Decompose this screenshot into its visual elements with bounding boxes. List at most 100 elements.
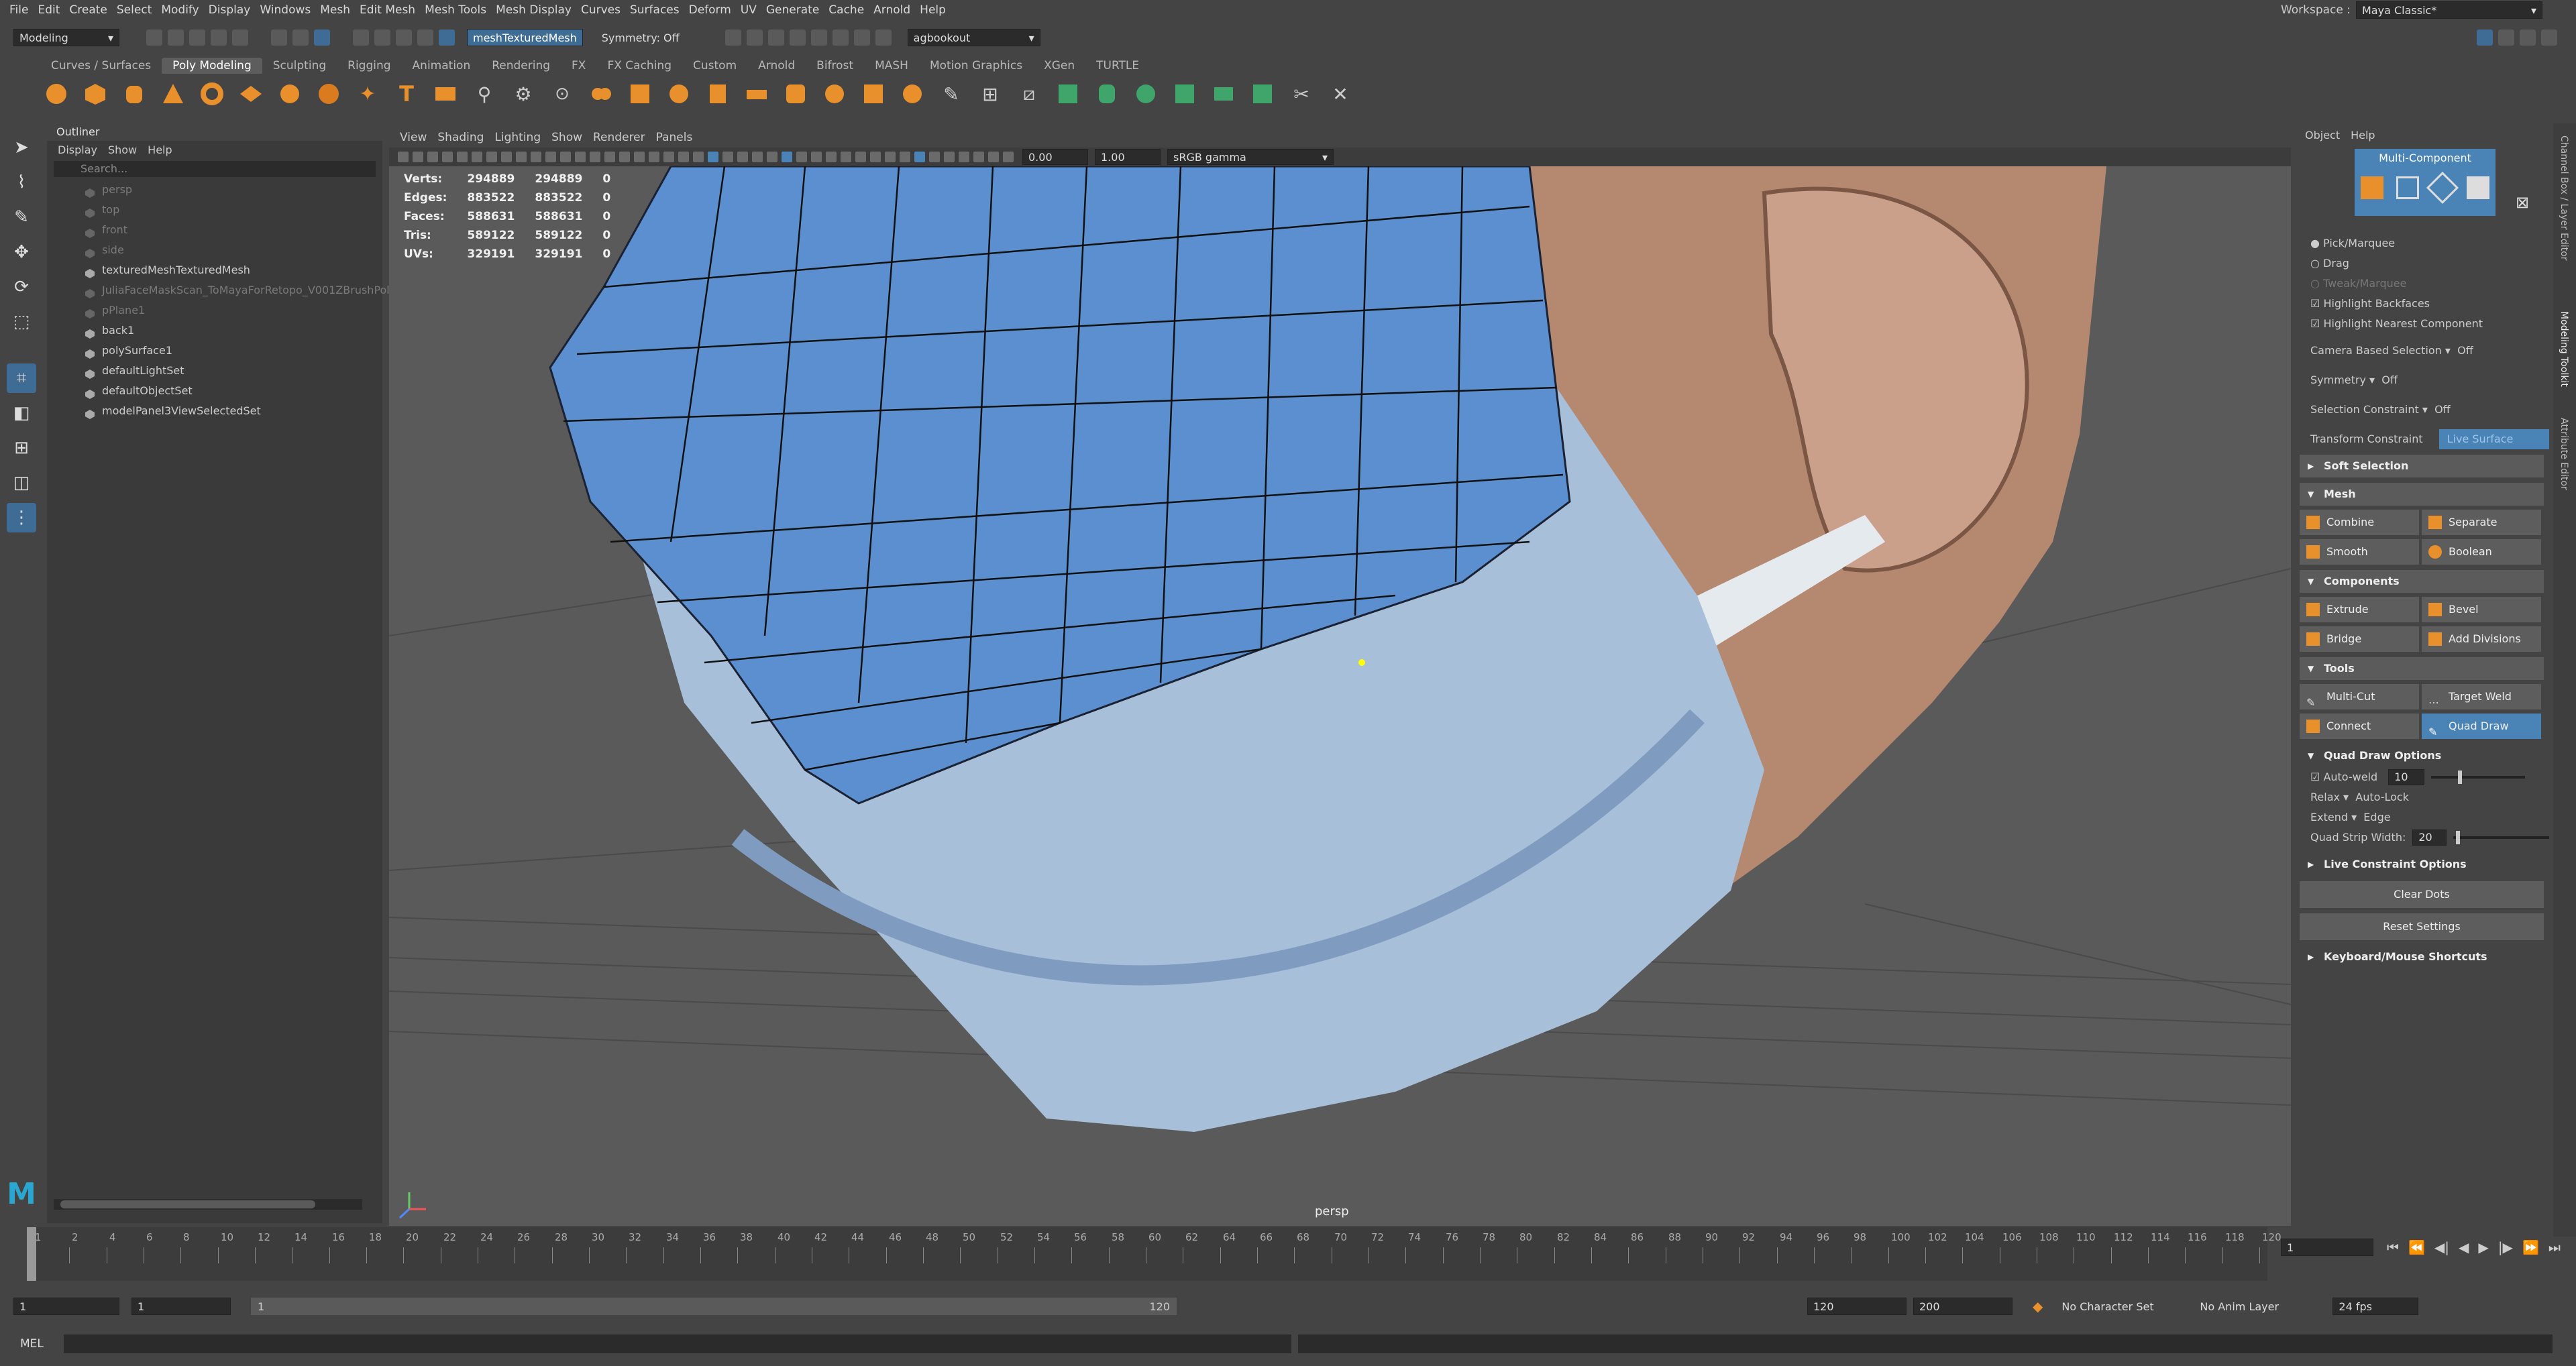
bevel-button[interactable]: Bevel [2422, 597, 2541, 622]
poly-torus-icon[interactable] [199, 80, 225, 107]
outliner-item[interactable]: back1 [47, 321, 382, 341]
multi-component-box[interactable]: Multi-Component [2355, 149, 2496, 216]
viewport-tool-icon[interactable] [944, 152, 955, 162]
two-pane-layout-icon[interactable]: ◫ [7, 468, 36, 498]
viewport-tool-icon[interactable] [413, 152, 423, 162]
workspace-dropdown[interactable]: Maya Classic* ▾ [2356, 1, 2542, 19]
shelf-tab-xgen[interactable]: XGen [1033, 58, 1085, 74]
tool-settings-toggle-icon[interactable] [2520, 30, 2536, 46]
append-icon[interactable] [860, 80, 887, 107]
quad-strip-slider[interactable] [2453, 831, 2549, 844]
viewport-tool-icon[interactable] [693, 152, 704, 162]
viewport-tool-icon[interactable] [885, 152, 896, 162]
automatic-uv-icon[interactable] [1171, 80, 1198, 107]
shelf-tab-curves-surfaces[interactable]: Curves / Surfaces [40, 58, 162, 74]
ipr-render-icon[interactable] [767, 30, 784, 46]
make-live-icon[interactable] [439, 30, 455, 46]
tab-channel-box[interactable]: Channel Box / Layer Editor [2553, 130, 2575, 266]
menu-mesh-display[interactable]: Mesh Display [496, 3, 572, 17]
quad-draw-button[interactable]: ✎ Quad Draw [2422, 714, 2541, 739]
viewport-tool-icon[interactable] [914, 152, 925, 162]
viewport-tool-icon[interactable] [708, 152, 718, 162]
four-view-layout-icon[interactable]: ⊞ [7, 433, 36, 463]
tweak-marquee-radio[interactable]: ○ Tweak/Marquee [2294, 274, 2549, 294]
play-forward-icon[interactable]: ▶ [2478, 1239, 2488, 1255]
viewport-menu-renderer[interactable]: Renderer [593, 131, 645, 144]
viewport-tool-icon[interactable] [457, 152, 468, 162]
auto-key-icon[interactable]: ◆ [2033, 1298, 2043, 1314]
camera-dropdown[interactable]: agbookout ▾ [907, 29, 1040, 46]
menu-mesh-tools[interactable]: Mesh Tools [425, 3, 486, 17]
menu-surfaces[interactable]: Surfaces [630, 3, 680, 17]
mesh-section[interactable]: Mesh [2300, 483, 2544, 506]
shelf-tab-mash[interactable]: MASH [864, 58, 919, 74]
toolkit-menu-object[interactable]: Object [2305, 129, 2340, 141]
shelf-tab-poly-modeling[interactable]: Poly Modeling [162, 58, 262, 74]
modeling-toolkit-toggle-icon[interactable] [2477, 30, 2493, 46]
menu-arnold[interactable]: Arnold [873, 3, 910, 17]
current-frame-field[interactable]: 1 [2281, 1239, 2373, 1256]
command-language-label[interactable]: MEL [20, 1337, 44, 1351]
relax-value[interactable]: Auto-Lock [2355, 787, 2409, 807]
cylindrical-uv-icon[interactable] [1093, 80, 1120, 107]
object-mode-icon[interactable] [2361, 176, 2384, 199]
unfold-uv-icon[interactable] [1210, 80, 1237, 107]
hypershade-icon[interactable] [810, 30, 827, 46]
viewport-tool-icon[interactable] [663, 152, 674, 162]
playback-start-field[interactable]: 1 [131, 1298, 231, 1315]
shelf-tab-rigging[interactable]: Rigging [337, 58, 401, 74]
outliner-item[interactable]: polySurface1 [47, 341, 382, 361]
viewport-tool-icon[interactable] [398, 152, 409, 162]
face-mode-icon[interactable] [2466, 176, 2489, 199]
playback-end-field[interactable]: 120 [1807, 1298, 1907, 1315]
keyboard-shortcuts-section[interactable]: Keyboard/Mouse Shortcuts [2300, 946, 2544, 968]
poly-plane-icon[interactable] [237, 80, 264, 107]
svg-icon[interactable] [432, 80, 459, 107]
snap-curve-icon[interactable] [374, 30, 390, 46]
exposure-field[interactable]: 0.00 [1022, 149, 1088, 165]
type-icon[interactable]: T [393, 80, 420, 107]
menu-generate[interactable]: Generate [766, 3, 819, 17]
toolkit-menu-help[interactable]: Help [2351, 129, 2375, 141]
layout-uv-icon[interactable] [1249, 80, 1276, 107]
play-backward-icon[interactable]: ◀ [2459, 1239, 2469, 1255]
platonic-solid-icon[interactable] [315, 80, 342, 107]
menu-windows[interactable]: Windows [260, 3, 311, 17]
time-slider[interactable]: 1 2 4 6 8 10 12 14 16 18 20 22 24 26 28 30 32 34 36 38 40 42 4… [27, 1227, 2282, 1281]
rotate-tool-icon[interactable]: ⟳ [7, 272, 36, 302]
viewport-tool-icon[interactable] [900, 152, 910, 162]
outliner-item[interactable]: JuliaFaceMaskScan_ToMayaForRetopo_V001ZB… [47, 280, 390, 300]
render-frame-icon[interactable] [724, 30, 741, 46]
current-time-indicator[interactable] [27, 1227, 36, 1281]
viewport-tool-icon[interactable] [604, 152, 615, 162]
viewport-tool-icon[interactable] [1003, 152, 1014, 162]
redo-icon[interactable] [232, 30, 248, 46]
poly-cylinder-icon[interactable] [121, 80, 148, 107]
extend-value[interactable]: Edge [2363, 807, 2390, 828]
viewport-tool-icon[interactable] [619, 152, 630, 162]
go-to-end-icon[interactable]: ⏭ [2548, 1239, 2561, 1255]
poly-disc-icon[interactable] [276, 80, 303, 107]
viewport-tool-icon[interactable] [486, 152, 497, 162]
live-constraint-section[interactable]: Live Constraint Options [2300, 853, 2544, 876]
shelf-tab-fx-caching[interactable]: FX Caching [596, 58, 682, 74]
viewport-tool-icon[interactable] [929, 152, 940, 162]
viewport-tool-icon[interactable] [472, 152, 482, 162]
bridge-icon[interactable] [743, 80, 770, 107]
attribute-editor-toggle-icon[interactable] [2498, 30, 2514, 46]
combine-icon[interactable] [588, 80, 614, 107]
viewport-tool-icon[interactable] [560, 152, 571, 162]
viewport-3d[interactable]: Verts: 294889 294889 0 Edges: 883522 883522 0 Fa… [389, 166, 2291, 1226]
bridge-button[interactable]: Bridge [2300, 626, 2419, 652]
outliner-menu-help[interactable]: Help [148, 144, 172, 156]
slider-handle[interactable] [2458, 771, 2463, 784]
symmetry-setting[interactable]: Symmetry ▾ Off [2294, 370, 2549, 390]
viewport-tool-icon[interactable] [575, 152, 586, 162]
smooth-button[interactable]: Smooth [2300, 539, 2419, 565]
planar-uv-icon[interactable] [1055, 80, 1081, 107]
render-settings-icon[interactable] [789, 30, 806, 46]
tab-attribute-editor[interactable]: Attribute Editor [2553, 412, 2575, 496]
viewport-tool-icon[interactable] [959, 152, 969, 162]
tab-modeling-toolkit[interactable]: Modeling Toolkit [2553, 306, 2575, 392]
gamma-field[interactable]: 1.00 [1095, 149, 1161, 165]
